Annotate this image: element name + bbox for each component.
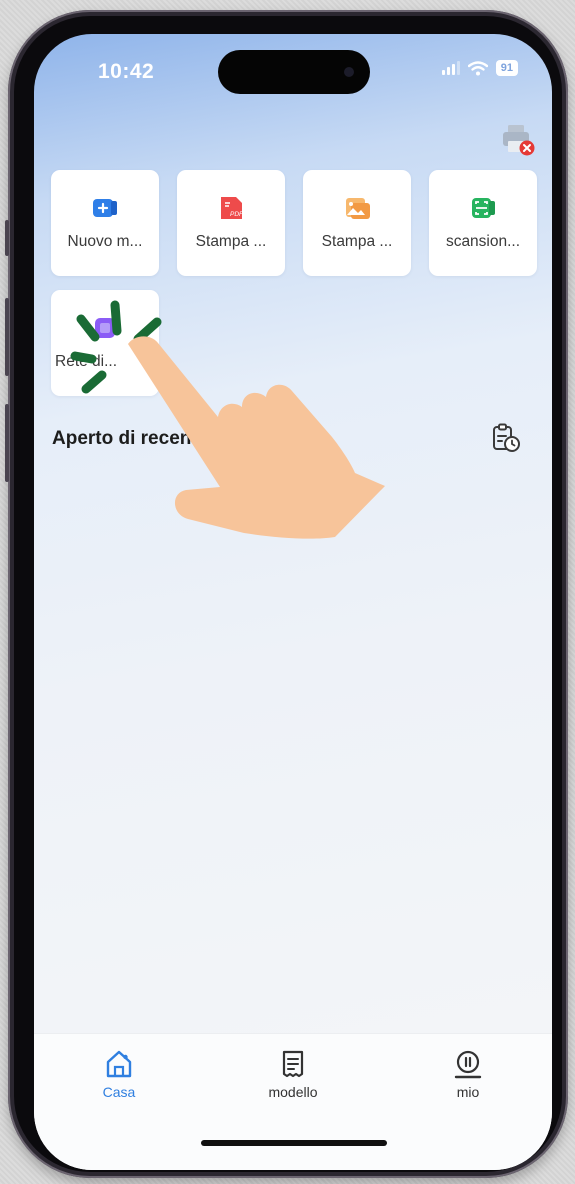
quick-action-label: Stampa ... bbox=[195, 233, 267, 250]
quick-action-new-document[interactable]: Nuovo m... bbox=[51, 170, 159, 276]
quick-action-label: scansion... bbox=[445, 233, 521, 250]
quick-action-label: Nuovo m... bbox=[67, 233, 143, 250]
new-document-icon bbox=[93, 199, 117, 217]
tab-modello[interactable]: modello bbox=[238, 1048, 348, 1100]
image-icon bbox=[346, 198, 370, 219]
tap-gesture-hand-icon bbox=[70, 300, 385, 539]
quick-action-print-image[interactable]: Stampa ... bbox=[303, 170, 411, 276]
status-time: 10:42 bbox=[98, 60, 155, 83]
tab-label: modello bbox=[268, 1084, 318, 1100]
dynamic-island bbox=[218, 50, 370, 94]
history-icon[interactable] bbox=[490, 422, 522, 454]
quick-action-label: Stampa ... bbox=[321, 233, 393, 250]
tab-mio[interactable]: mio bbox=[413, 1048, 523, 1100]
scan-icon bbox=[472, 198, 495, 218]
tab-casa[interactable]: Casa bbox=[64, 1048, 174, 1100]
profile-icon bbox=[454, 1050, 482, 1079]
printer-status-icon[interactable] bbox=[500, 122, 536, 158]
pdf-icon: PDF bbox=[221, 197, 244, 219]
status-indicators: 91 bbox=[441, 60, 518, 76]
volume-down-button bbox=[5, 404, 9, 482]
camera-icon bbox=[344, 67, 354, 77]
home-indicator[interactable] bbox=[201, 1140, 387, 1146]
app-screen: 10:42 91 Nuovo m... PDF Stampa ... Stamp… bbox=[34, 34, 552, 1170]
quick-action-scan[interactable]: scansion... bbox=[429, 170, 537, 276]
bottom-tab-bar: Casa modello mio bbox=[34, 1033, 552, 1170]
battery-level: 91 bbox=[495, 60, 518, 76]
tab-label: mio bbox=[456, 1084, 480, 1100]
cellular-signal-icon bbox=[441, 61, 460, 75]
volume-up-button bbox=[5, 298, 9, 376]
home-icon bbox=[106, 1050, 132, 1078]
tab-label: Casa bbox=[102, 1084, 136, 1100]
template-icon bbox=[282, 1050, 304, 1078]
pdf-badge: PDF bbox=[230, 211, 244, 218]
quick-action-print-pdf[interactable]: PDF Stampa ... bbox=[177, 170, 285, 276]
mute-switch bbox=[5, 220, 9, 256]
wifi-icon bbox=[467, 60, 488, 75]
